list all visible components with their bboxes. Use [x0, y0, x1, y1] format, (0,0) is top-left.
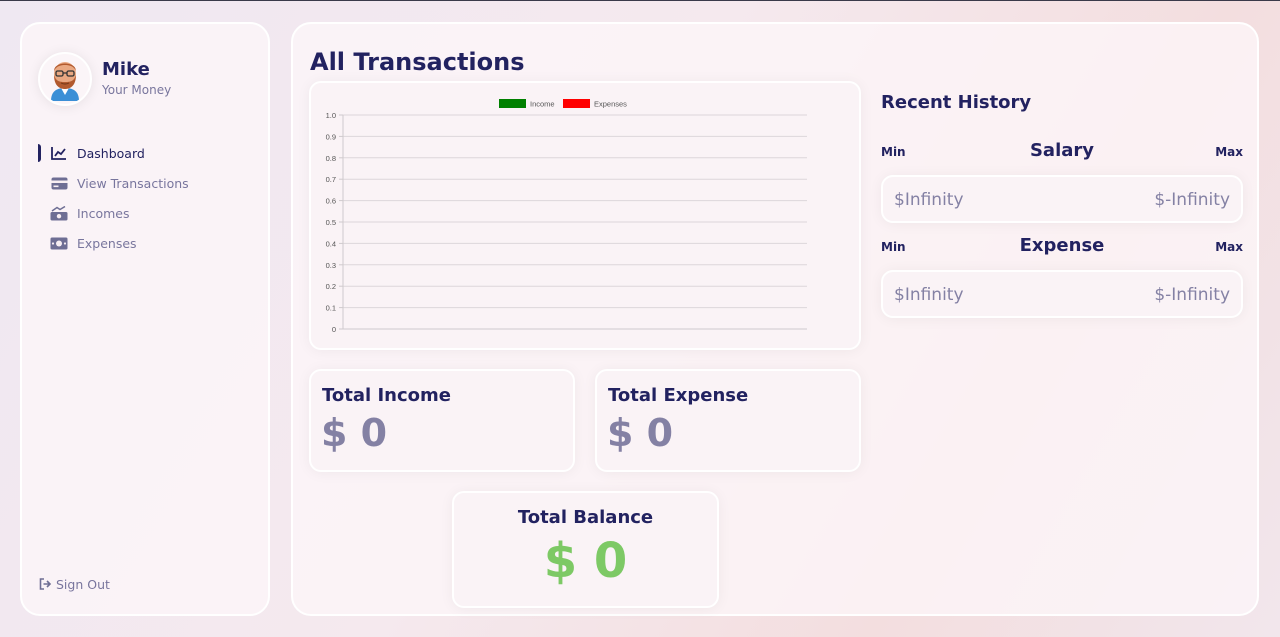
total-expense-value: $ 0 — [607, 411, 674, 455]
sign-out-label: Sign Out — [56, 576, 110, 592]
salary-max-label: Max — [1215, 145, 1243, 159]
sidebar-item-label: Expenses — [77, 235, 137, 251]
window-top-border — [0, 0, 1280, 1]
user-name: Mike — [102, 59, 150, 80]
total-income-label: Total Income — [322, 385, 451, 406]
salary-min-value: $Infinity — [894, 190, 964, 210]
total-balance-card: Total Balance $ 0 — [452, 491, 719, 608]
sidebar-item-label: Dashboard — [77, 145, 145, 161]
salary-max-value: $-Infinity — [1154, 190, 1230, 210]
total-expense-label: Total Expense — [608, 385, 749, 406]
chart-y-tick-label: 0.3 — [326, 261, 336, 270]
recent-history-title: Recent History — [881, 92, 1032, 113]
chart-y-tick-label: 0.4 — [326, 239, 336, 248]
user-profile: Mike Your Money — [38, 52, 171, 106]
sidebar: Mike Your Money Dashboard View Transacti… — [20, 22, 270, 616]
sidebar-item-label: View Transactions — [77, 175, 189, 191]
recent-history: Recent History Min Salary Max $Infinity … — [881, 92, 1243, 318]
chart-line-icon — [50, 145, 68, 161]
expense-minmax-header: Min Expense Max — [881, 235, 1243, 259]
money-bill-icon — [50, 235, 68, 251]
chart-legend-label-expenses: Expenses — [594, 100, 627, 109]
money-bill-trend-icon — [50, 205, 68, 221]
chart-y-tick-label: 1.0 — [326, 111, 336, 120]
avatar — [38, 52, 92, 106]
sign-out-icon — [38, 576, 52, 592]
chart-y-tick-label: 0.2 — [326, 282, 336, 291]
total-balance-label: Total Balance — [517, 507, 654, 528]
chart-y-tick-label: 0.9 — [326, 132, 336, 141]
salary-range-box: $Infinity $-Infinity — [881, 175, 1243, 223]
sidebar-item-label: Incomes — [77, 205, 130, 221]
chart-y-tick-label: 0.1 — [326, 304, 336, 313]
page-title: All Transactions — [310, 48, 525, 76]
sign-out-button[interactable]: Sign Out — [38, 576, 110, 592]
user-subtitle: Your Money — [102, 83, 172, 97]
sidebar-item-view-transactions[interactable]: View Transactions — [38, 168, 258, 198]
sidebar-menu: Dashboard View Transactions Incomes Expe… — [38, 138, 258, 258]
chart-legend-swatch-income — [499, 99, 526, 108]
sidebar-item-expenses[interactable]: Expenses — [38, 228, 258, 258]
expense-max-value: $-Infinity — [1154, 285, 1230, 305]
chart-y-tick-label: 0.6 — [326, 197, 336, 206]
total-income-card: Total Income $ 0 — [309, 369, 575, 472]
total-balance-value: $ 0 — [543, 533, 628, 589]
transactions-chart-card: 1.0 0.9 0.8 0.7 0.6 0.5 0.4 0.3 0.2 0.1 0 Income Exp… — [309, 81, 861, 350]
avatar-illustration-icon — [51, 62, 79, 101]
expense-range-box: $Infinity $-Infinity — [881, 270, 1243, 318]
chart-y-tick-label: 0 — [332, 325, 336, 334]
chart-legend-label-income: Income — [530, 100, 555, 109]
salary-title: Salary — [1029, 140, 1095, 161]
total-income-value: $ 0 — [321, 411, 388, 455]
sidebar-item-dashboard[interactable]: Dashboard — [38, 138, 258, 168]
credit-card-icon — [50, 175, 68, 191]
expense-max-label: Max — [1215, 240, 1243, 254]
expense-title: Expense — [1019, 235, 1105, 256]
chart-y-tick-label: 0.8 — [326, 154, 336, 163]
main-panel: All Transactions 1.0 0.9 0.8 0.7 0.6 0.5 0.4 0.… — [291, 22, 1259, 616]
transactions-chart: 1.0 0.9 0.8 0.7 0.6 0.5 0.4 0.3 0.2 0.1 0 Income Exp… — [326, 99, 807, 334]
expense-min-value: $Infinity — [894, 285, 964, 305]
total-expense-card: Total Expense $ 0 — [595, 369, 861, 472]
salary-minmax-header: Min Salary Max — [881, 140, 1243, 164]
chart-y-tick-label: 0.7 — [326, 175, 336, 184]
sidebar-item-incomes[interactable]: Incomes — [38, 198, 258, 228]
chart-legend-swatch-expenses — [563, 99, 590, 108]
chart-y-tick-label: 0.5 — [326, 218, 336, 227]
